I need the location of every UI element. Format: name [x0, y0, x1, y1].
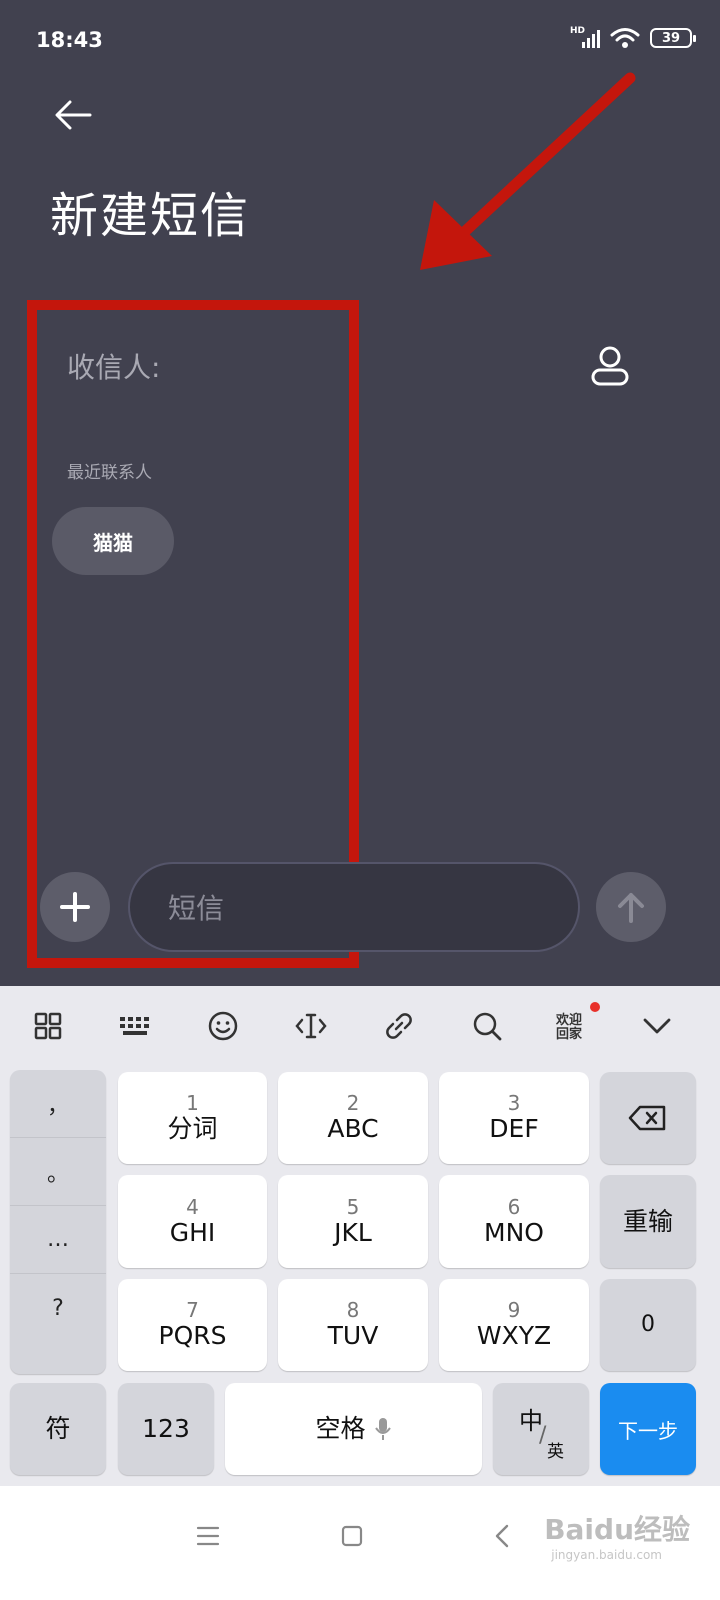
microphone-icon	[374, 1418, 391, 1440]
key-3[interactable]: 3 DEF	[439, 1072, 589, 1164]
annotation-arrow	[420, 72, 636, 270]
welcome-home-button[interactable]: 欢迎 回家	[556, 1014, 582, 1042]
status-time: 18:43	[36, 28, 103, 52]
numbers-key[interactable]: 123	[118, 1383, 214, 1475]
key-2[interactable]: 2 ABC	[278, 1072, 428, 1164]
key-0[interactable]: 0	[600, 1279, 696, 1371]
space-key[interactable]: 空格	[225, 1383, 482, 1475]
punct-period-key[interactable]: 。	[10, 1138, 106, 1206]
message-input[interactable]: 短信	[128, 862, 580, 952]
battery-icon: 39	[650, 28, 696, 48]
key-1[interactable]: 1 分词	[118, 1072, 267, 1164]
key-7[interactable]: 7 PQRS	[118, 1279, 267, 1371]
contacts-person-icon[interactable]	[588, 344, 632, 388]
baidu-watermark: Baidu经验	[544, 1513, 690, 1546]
cursor-move-icon[interactable]	[293, 1008, 329, 1044]
collapse-keyboard-icon[interactable]	[639, 1008, 675, 1044]
add-attachment-button[interactable]	[40, 872, 110, 942]
grid-menu-icon[interactable]	[30, 1008, 66, 1044]
back-nav-icon[interactable]	[482, 1516, 522, 1556]
backspace-icon	[628, 1105, 666, 1131]
backspace-key[interactable]	[600, 1072, 696, 1164]
link-icon[interactable]	[381, 1008, 417, 1044]
key-6[interactable]: 6 MNO	[439, 1175, 589, 1268]
keyboard-toolbar: 欢迎 回家	[0, 986, 720, 1066]
punct-comma-key[interactable]: ，	[10, 1070, 106, 1138]
back-arrow-icon[interactable]	[50, 92, 96, 138]
page-title: 新建短信	[50, 188, 251, 244]
send-button[interactable]	[596, 872, 666, 942]
arrow-up-icon	[618, 893, 644, 923]
key-4[interactable]: 4 GHI	[118, 1175, 267, 1268]
signal-icon: HD	[570, 26, 600, 50]
key-8[interactable]: 8 TUV	[278, 1279, 428, 1371]
key-9[interactable]: 9 WXYZ	[439, 1279, 589, 1371]
home-nav-icon[interactable]	[332, 1516, 372, 1556]
punct-ellipsis-key[interactable]: …	[10, 1206, 106, 1274]
key-5[interactable]: 5 JKL	[278, 1175, 428, 1268]
punctuation-column: ， 。 … ?	[10, 1070, 106, 1374]
keyboard: 欢迎 回家 ， 。 … ? 1 分词 2 ABC 3 DEF 4 GHI 5 JKL 6M…	[0, 986, 720, 1486]
menu-nav-icon[interactable]	[188, 1516, 228, 1556]
search-icon[interactable]	[469, 1008, 505, 1044]
system-navbar: Baidu经验 jingyan.baidu.com	[0, 1486, 720, 1600]
plus-icon	[60, 892, 90, 922]
emoji-icon[interactable]	[205, 1008, 241, 1044]
reenter-key[interactable]: 重输	[600, 1175, 696, 1268]
notification-dot	[590, 1002, 600, 1012]
next-step-key[interactable]: 下一步	[600, 1383, 696, 1475]
symbols-key[interactable]: 符	[10, 1383, 106, 1475]
keyboard-layout-icon[interactable]	[117, 1008, 153, 1044]
punct-question-key[interactable]: ?	[10, 1274, 106, 1342]
status-icons: HD 39	[570, 26, 696, 50]
language-switch-key[interactable]: 中 / 英	[493, 1383, 589, 1475]
baidu-watermark-url: jingyan.baidu.com	[551, 1548, 662, 1562]
wifi-icon	[610, 28, 640, 48]
